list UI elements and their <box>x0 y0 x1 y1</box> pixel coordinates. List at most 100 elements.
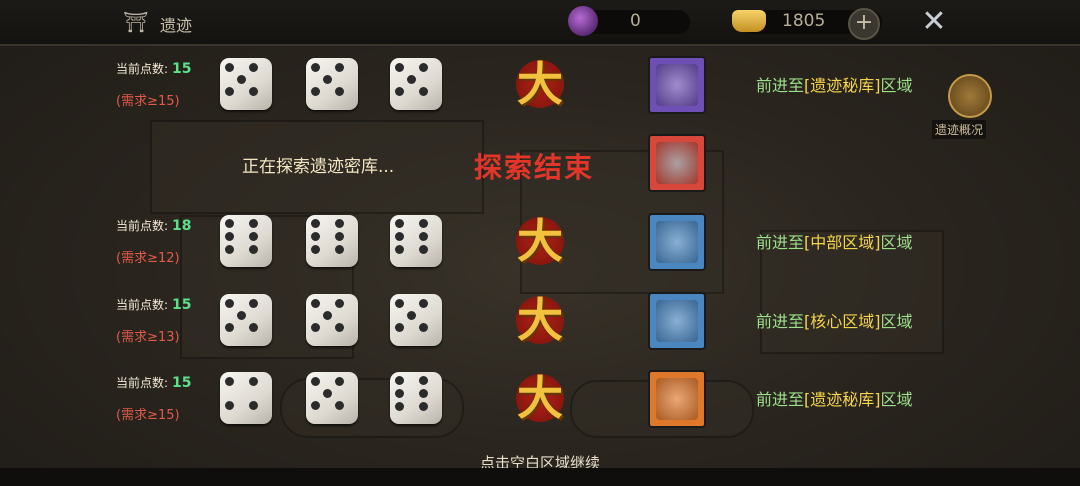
destination-name: [中部区域] <box>804 233 881 252</box>
points-label-text: 当前点数: <box>116 62 169 76</box>
die-pip <box>406 310 416 320</box>
resource1-value: 0 <box>630 11 641 31</box>
advance-prefix: 前进至 <box>756 76 805 95</box>
die-pip <box>394 244 404 254</box>
die-pip <box>310 322 320 332</box>
advance-suffix: 区域 <box>880 76 913 95</box>
die-pip <box>248 322 258 332</box>
result-row: 当前点数: 15 (需求≥15) 大 前进至[遗迹秘库]区域 <box>0 56 1080 130</box>
die-pip <box>334 62 344 72</box>
reward-item[interactable] <box>648 292 706 350</box>
die-pip <box>394 401 404 411</box>
die-pip <box>418 62 428 72</box>
points-label-text: 当前点数: <box>116 298 169 312</box>
big-result-seal: 大 <box>510 211 570 271</box>
die-pip <box>418 322 428 332</box>
die-pip <box>418 401 428 411</box>
die-pip <box>334 231 344 241</box>
die-pip <box>418 388 428 398</box>
die-pip <box>418 218 428 228</box>
gold-ingot-icon <box>732 10 766 32</box>
die <box>220 58 272 110</box>
reward-item[interactable] <box>648 370 706 428</box>
die <box>390 58 442 110</box>
big-result-seal: 大 <box>510 54 570 114</box>
die-pip <box>394 62 404 72</box>
die <box>306 215 358 267</box>
points-label-text: 当前点数: <box>116 376 169 390</box>
die-pip <box>248 62 258 72</box>
die-pip <box>224 376 234 386</box>
points-value: 15 <box>172 297 192 313</box>
advance-suffix: 区域 <box>880 233 913 252</box>
die-pip <box>224 231 234 241</box>
add-resource-button[interactable]: + <box>848 8 880 40</box>
die-pip <box>248 218 258 228</box>
advance-prefix: 前进至 <box>756 312 805 331</box>
reward-icon <box>656 378 698 420</box>
die-pip <box>418 375 428 385</box>
die-pip <box>310 298 320 308</box>
die-pip <box>224 218 234 228</box>
advance-suffix: 区域 <box>880 312 913 331</box>
reward-item-mirror[interactable] <box>648 134 706 192</box>
big-result-seal: 大 <box>510 290 570 350</box>
advance-prefix: 前进至 <box>756 233 805 252</box>
destination-name: [遗迹秘库] <box>804 76 881 95</box>
die-pip <box>224 244 234 254</box>
die-pip <box>224 400 234 410</box>
die-pip <box>334 86 344 96</box>
current-points-label: 当前点数: 18 <box>116 217 192 234</box>
current-points-label: 当前点数: 15 <box>116 296 192 313</box>
die-pip <box>310 218 320 228</box>
crystal-icon <box>568 6 598 36</box>
destination-name: [遗迹秘库] <box>804 390 881 409</box>
die-pip <box>310 376 320 386</box>
reward-icon <box>656 64 698 106</box>
points-value: 15 <box>172 61 192 77</box>
die-pip <box>334 218 344 228</box>
result-row: 当前点数: 18 (需求≥12) 大 前进至[中部区域]区域 <box>0 213 1080 287</box>
die-pip <box>236 74 246 84</box>
die-pip <box>418 86 428 96</box>
reward-item[interactable] <box>648 213 706 271</box>
die <box>306 58 358 110</box>
seal-char: 大 <box>517 214 563 268</box>
advance-text: 前进至[遗迹秘库]区域 <box>756 72 913 96</box>
bottom-strip <box>0 468 1080 486</box>
die <box>220 294 272 346</box>
die <box>390 215 442 267</box>
advance-text: 前进至[中部区域]区域 <box>756 229 913 253</box>
die-pip <box>248 376 258 386</box>
die-pip <box>418 298 428 308</box>
die-pip <box>406 74 416 84</box>
requirement-label: (需求≥15) <box>116 94 180 109</box>
die-pip <box>248 400 258 410</box>
requirement-label: (需求≥13) <box>116 330 180 345</box>
die-pip <box>394 298 404 308</box>
seal-char: 大 <box>517 293 563 347</box>
points-value: 15 <box>172 375 192 391</box>
result-row: 当前点数: 15 (需求≥13) 大 前进至[核心区域]区域 <box>0 292 1080 366</box>
die-pip <box>394 218 404 228</box>
page-title: 遗迹 <box>160 16 193 35</box>
die-pip <box>310 231 320 241</box>
advance-suffix: 区域 <box>880 390 913 409</box>
seal-char: 大 <box>517 371 563 425</box>
explore-end-title: 探索结束 <box>474 151 595 184</box>
die-pip <box>394 322 404 332</box>
die-pip <box>248 298 258 308</box>
close-button[interactable]: ✕ <box>918 6 950 38</box>
reward-item[interactable] <box>648 56 706 114</box>
die-pip <box>418 244 428 254</box>
advance-text: 前进至[遗迹秘库]区域 <box>756 386 913 410</box>
die-pip <box>224 322 234 332</box>
die-pip <box>322 388 332 398</box>
die-pip <box>310 400 320 410</box>
die-pip <box>394 388 404 398</box>
ruins-icon: ⛩ <box>123 10 149 34</box>
die <box>390 372 442 424</box>
die <box>306 372 358 424</box>
die-pip <box>334 400 344 410</box>
requirement-label: (需求≥12) <box>116 251 180 266</box>
